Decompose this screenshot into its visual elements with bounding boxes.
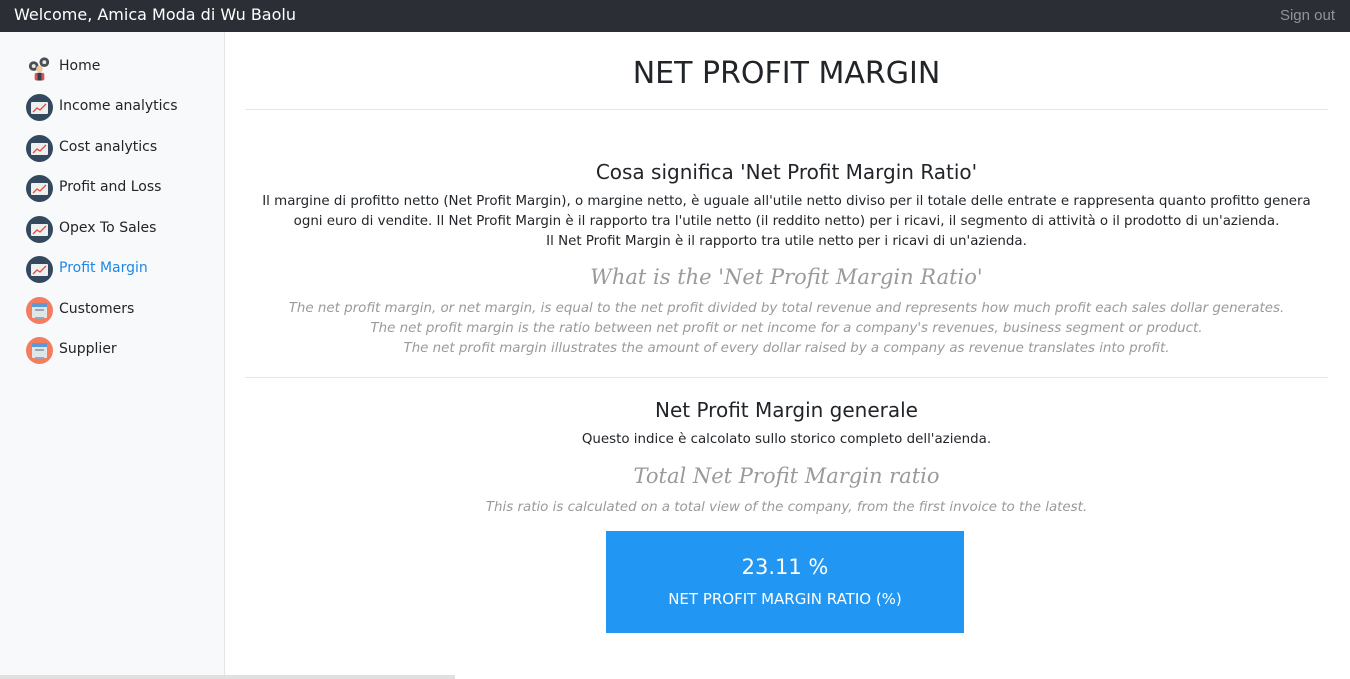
sidebar-item-label: Cost analytics: [59, 139, 158, 155]
definition-heading-it: Cosa significa 'Net Profit Margin Ratio': [595, 160, 978, 184]
chart-icon: [26, 175, 53, 202]
sidebar-item-label: Customers: [59, 301, 135, 317]
general-heading-en: Total Net Profit Margin ratio: [633, 464, 940, 488]
sidebar-item-label: Opex To Sales: [59, 220, 157, 236]
horizontal-scrollbar[interactable]: [0, 675, 455, 679]
net-profit-margin-kpi-card: 23.11 % NET PROFIT MARGIN RATIO (%): [606, 531, 964, 633]
home-icon: [26, 54, 53, 81]
sidebar-item-supplier[interactable]: Supplier: [26, 335, 216, 365]
sidebar-item-label: Home: [59, 58, 101, 74]
definition-text-it-line-3: Il Net Profit Margin è il rapporto tra u…: [546, 234, 1027, 249]
sidebar-item-income-analytics[interactable]: Income analytics: [26, 92, 216, 122]
sign-out-link[interactable]: Sign out: [1280, 7, 1335, 24]
chart-icon: [26, 216, 53, 243]
sidebar-item-opex-to-sales[interactable]: Opex To Sales: [26, 214, 216, 244]
sidebar-item-label: Profit Margin: [59, 260, 148, 276]
general-text-it: Questo indice è calcolato sullo storico …: [581, 432, 992, 447]
page-title: NET PROFIT MARGIN: [632, 56, 941, 91]
sidebar-item-cost-analytics[interactable]: Cost analytics: [26, 133, 216, 163]
people-icon: [26, 297, 53, 324]
people-icon: [26, 337, 53, 364]
divider: [245, 109, 1328, 110]
sidebar: Home Income analytics Cost analytics Pro…: [0, 32, 225, 679]
sidebar-item-profit-and-loss[interactable]: Profit and Loss: [26, 173, 216, 203]
definition-text-en-line-2: The net profit margin is the ratio betwe…: [370, 321, 1203, 336]
general-text-en: This ratio is calculated on a total view…: [485, 500, 1088, 515]
kpi-label: NET PROFIT MARGIN RATIO (%): [668, 590, 902, 608]
definition-text-en-line-1: The net profit margin, or net margin, is…: [288, 301, 1285, 316]
sidebar-item-customers[interactable]: Customers: [26, 295, 216, 325]
sidebar-item-profit-margin[interactable]: Profit Margin: [26, 254, 216, 284]
sidebar-item-home[interactable]: Home: [26, 52, 216, 82]
sidebar-item-label: Supplier: [59, 341, 117, 357]
sidebar-item-label: Profit and Loss: [59, 179, 162, 195]
definition-text-en-line-3: The net profit margin illustrates the am…: [403, 341, 1170, 356]
sidebar-item-label: Income analytics: [59, 98, 178, 114]
definition-text-it-line-2: ogni euro di vendite. Il Net Profit Marg…: [293, 214, 1280, 229]
chart-icon: [26, 135, 53, 162]
chart-icon: [26, 256, 53, 283]
kpi-value: 23.11 %: [741, 555, 829, 579]
welcome-brand[interactable]: Welcome, Amica Moda di Wu Baolu: [14, 5, 296, 24]
definition-heading-en: What is the 'Net Profit Margin Ratio': [590, 265, 983, 289]
definition-text-it-line-1: Il margine di profitto netto (Net Profit…: [262, 194, 1311, 209]
general-heading-it: Net Profit Margin generale: [655, 398, 918, 422]
chart-icon: [26, 94, 53, 121]
divider: [245, 377, 1328, 378]
top-navbar: Welcome, Amica Moda di Wu Baolu Sign out: [0, 0, 1350, 32]
